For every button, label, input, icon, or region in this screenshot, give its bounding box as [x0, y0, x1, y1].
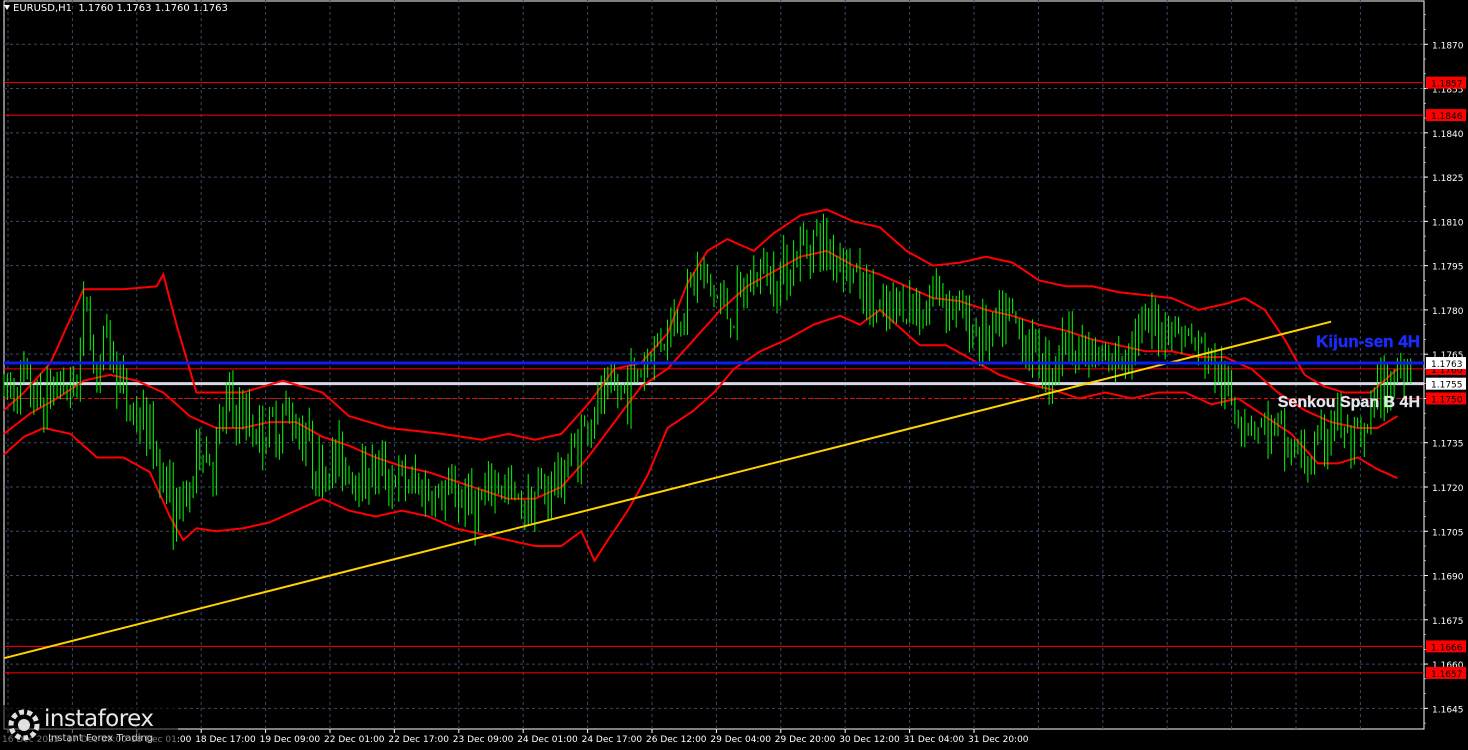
x-tick-label: 31 Dec 20:00	[968, 735, 1029, 745]
y-tick-label: 1.1705	[1432, 528, 1464, 538]
x-tick-label: 30 Dec 12:00	[839, 735, 900, 745]
y-tick-label: 1.1870	[1432, 41, 1464, 51]
current-price-label: 1.1763	[1431, 360, 1463, 370]
kijun-sen-label: Kijun-sen 4H	[1316, 332, 1420, 351]
x-tick-label: 24 Dec 17:00	[582, 735, 643, 745]
instaforex-logo-icon	[8, 709, 40, 741]
x-tick-label: 31 Dec 04:00	[904, 735, 965, 745]
y-tick-label: 1.1675	[1432, 617, 1464, 627]
dropdown-triangle-icon[interactable]	[4, 5, 10, 10]
level-tag-label: 1.1857	[1431, 80, 1463, 90]
level-tag-label: 1.1750	[1431, 395, 1463, 405]
y-tick-label: 1.1840	[1432, 130, 1464, 140]
symbol-header: EURUSD,H1 1.1760 1.1763 1.1760 1.1763	[4, 3, 228, 14]
bollinger-middle-band	[3, 249, 1399, 500]
level-tag-label: 1.1755	[1431, 381, 1463, 391]
x-tick-label: 22 Dec 01:00	[324, 735, 385, 745]
price-tags: 1.18571.18461.17601.17501.16661.16571.17…	[1426, 76, 1466, 680]
x-tick-label: 22 Dec 17:00	[388, 735, 449, 745]
candlesticks	[3, 213, 1412, 550]
level-tag-label: 1.1846	[1431, 112, 1463, 122]
brand-tagline: Instant Forex Trading	[48, 733, 154, 744]
brand-name: instaforex	[44, 706, 154, 732]
senkou-span-b-label: Senkou Span B 4H	[1278, 394, 1420, 411]
level-tag-label: 1.1666	[1431, 643, 1463, 653]
y-tick-label: 1.1645	[1432, 705, 1464, 715]
bollinger-bands	[3, 208, 1399, 563]
x-tick-label: 19 Dec 09:00	[260, 735, 321, 745]
instaforex-watermark: instaforex Instant Forex Trading	[2, 705, 178, 747]
y-tick-label: 1.1720	[1432, 484, 1464, 494]
x-tick-label: 24 Dec 01:00	[517, 735, 578, 745]
horizontal-levels	[4, 82, 1424, 674]
y-tick-label: 1.1810	[1432, 218, 1464, 228]
yellow-trendline	[3, 320, 1332, 660]
x-tick-label: 23 Dec 09:00	[453, 735, 514, 745]
y-tick-label: 1.1780	[1432, 307, 1464, 317]
price-chart[interactable]: 1.18701.18551.18401.18251.18101.17951.17…	[0, 0, 1468, 750]
y-tick-label: 1.1825	[1432, 174, 1464, 184]
x-tick-label: 18 Dec 17:00	[195, 735, 256, 745]
y-tick-label: 1.1795	[1432, 263, 1464, 273]
x-tick-label: 26 Dec 12:00	[646, 735, 707, 745]
x-tick-label: 29 Dec 20:00	[775, 735, 836, 745]
y-tick-label: 1.1690	[1432, 573, 1464, 583]
x-tick-label: 29 Dec 04:00	[710, 735, 771, 745]
symbol-label: EURUSD,H1	[13, 3, 73, 14]
y-tick-label: 1.1735	[1432, 440, 1464, 450]
trendline	[3, 320, 1332, 660]
level-tag-label: 1.1657	[1431, 670, 1463, 680]
bollinger-lower-band	[3, 308, 1398, 563]
ohlc-values: 1.1760 1.1763 1.1760 1.1763	[78, 3, 228, 14]
